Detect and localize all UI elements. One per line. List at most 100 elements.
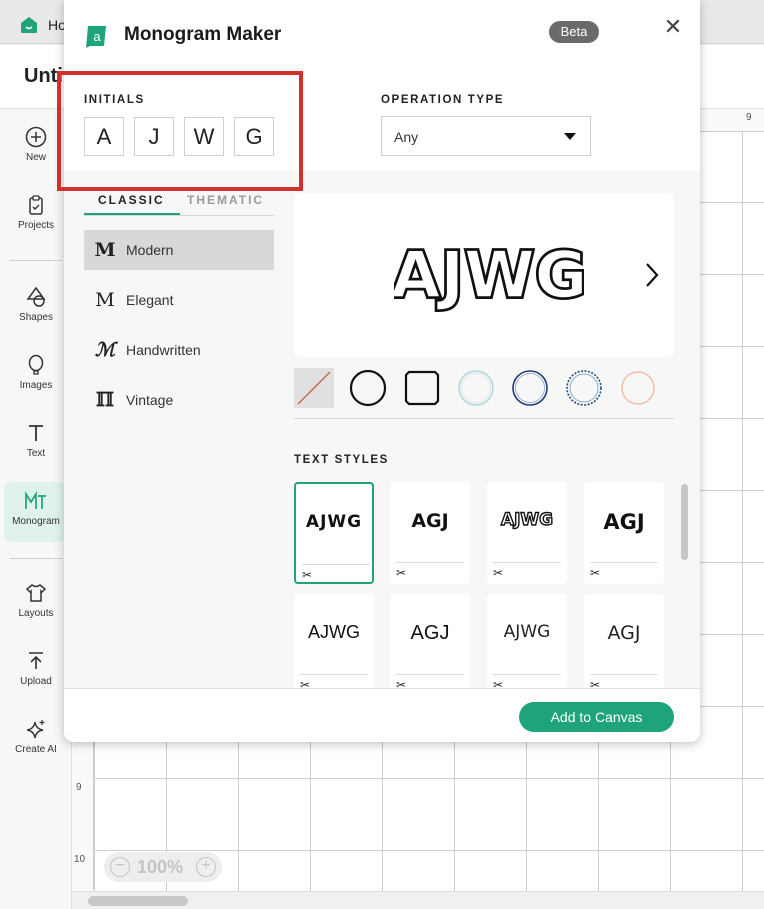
rail-item-layouts[interactable]: Layouts (4, 582, 68, 642)
clipboard-icon (29, 195, 43, 215)
text-style-card[interactable]: AGJ ✂ (584, 594, 664, 688)
scissors-icon: ✂ (493, 566, 504, 580)
frame-square-option[interactable] (402, 368, 442, 408)
frame-dotted-circle-option[interactable] (564, 368, 604, 408)
text-style-sample: AJWG (503, 622, 551, 642)
tshirt-icon (25, 584, 47, 602)
text-style-sample: AGJ (607, 622, 641, 644)
text-style-sample: AGJ (410, 622, 450, 644)
rail-label: New (25, 152, 46, 163)
tab-classic[interactable]: CLASSIC (98, 193, 165, 207)
annotation-highlight-box (57, 71, 303, 191)
card-divider (590, 562, 658, 563)
zoom-out-button[interactable]: − (110, 857, 130, 877)
rail-item-upload[interactable]: Upload (4, 650, 68, 710)
active-tab-indicator (84, 213, 180, 215)
style-label: Vintage (126, 392, 174, 408)
elegant-style-icon: M (95, 289, 115, 311)
sparkle-icon (26, 720, 45, 739)
style-label: Modern (126, 242, 174, 258)
scissors-icon: ✂ (590, 678, 601, 688)
caret-down-icon (564, 133, 576, 140)
style-item-modern[interactable]: M Modern (84, 230, 274, 270)
text-style-sample: AJWG (308, 622, 360, 642)
text-styles-scrollbar[interactable] (681, 484, 688, 560)
operation-type-select[interactable]: Any (381, 116, 591, 156)
ruler-number: 9 (746, 112, 752, 123)
chevron-right-icon[interactable] (644, 261, 660, 289)
text-style-card[interactable]: AJWG ✂ (487, 594, 567, 688)
text-styles-grid: AJWG ✂ AGJ ✂ AJWG ✂ AGJ ✂ AJWG ✂ AGJ ✂ A… (294, 482, 674, 688)
text-style-card[interactable]: AGJ ✂ (390, 594, 470, 688)
scissors-icon: ✂ (302, 568, 313, 582)
rail-item-projects[interactable]: Projects (4, 194, 68, 254)
zoom-in-button[interactable]: + (196, 857, 216, 877)
rail-item-create-ai[interactable]: Create AI (4, 718, 68, 778)
rail-item-images[interactable]: Images (4, 354, 68, 414)
rail-label: Projects (17, 220, 55, 231)
frame-circle-option[interactable] (348, 368, 388, 408)
rail-divider (10, 558, 62, 559)
rail-label: Create AI (15, 744, 57, 755)
scissors-icon: ✂ (590, 566, 601, 580)
horizontal-scrollbar[interactable] (72, 891, 764, 909)
rail-item-shapes[interactable]: Shapes (4, 286, 68, 346)
rail-label: Images (19, 380, 53, 391)
zoom-level: 100% (137, 857, 184, 877)
rail-divider (10, 260, 62, 261)
text-style-card[interactable]: AGJ ✂ (584, 482, 664, 584)
preview-text-outline: AJWG (394, 239, 584, 313)
text-style-card[interactable]: AJWG ✂ (294, 482, 374, 584)
style-item-handwritten[interactable]: ℳ Handwritten (84, 330, 274, 370)
vintage-style-icon: ℿ (96, 389, 114, 411)
monogram-icon (25, 491, 46, 509)
text-style-card[interactable]: AJWG ✂ (294, 594, 374, 688)
close-icon[interactable]: ✕ (662, 16, 684, 38)
text-style-sample: AGJ (603, 510, 645, 534)
preview-graphic: AJWG AJWG (394, 237, 584, 313)
card-divider (300, 674, 368, 675)
rail-item-text[interactable]: Text (4, 422, 68, 482)
rail-item-monogram[interactable]: Monogram (4, 482, 68, 542)
operation-type-value: Any (394, 129, 419, 145)
tab-thematic[interactable]: THEMATIC (187, 193, 264, 207)
scissors-icon: ✂ (300, 678, 311, 688)
rail-label: Text (26, 448, 46, 459)
scissors-icon: ✂ (396, 566, 407, 580)
modern-style-icon: M (94, 239, 116, 261)
monogram-preview: AJWG AJWG (294, 193, 674, 357)
frame-peach-circle-option[interactable] (618, 368, 658, 408)
home-icon[interactable] (20, 16, 38, 34)
frame-none-option[interactable] (294, 368, 334, 408)
frame-navy-circle-option[interactable] (510, 368, 550, 408)
beta-badge: Beta (549, 21, 599, 43)
add-to-canvas-button[interactable]: Add to Canvas (519, 702, 674, 732)
handwritten-style-icon: ℳ (94, 339, 116, 361)
scrollbar-thumb[interactable] (88, 896, 188, 906)
text-style-sample: AGJ (411, 510, 449, 532)
dialog-header: a Monogram Maker Beta ✕ (64, 0, 700, 70)
rail-label: Upload (20, 676, 52, 687)
scissors-icon: ✂ (396, 678, 407, 688)
left-tool-rail: New Projects Shapes Images Text Monogram… (0, 110, 72, 909)
app-logo-icon: a (86, 26, 106, 48)
text-style-sample: AJWG (305, 512, 363, 532)
scissors-icon: ✂ (493, 678, 504, 688)
style-item-vintage[interactable]: ℿ Vintage (84, 380, 274, 420)
card-divider (396, 674, 464, 675)
frame-light-circle-option[interactable] (456, 368, 496, 408)
card-divider (302, 564, 370, 565)
rail-label: Shapes (19, 312, 53, 323)
shapes-icon (26, 286, 46, 307)
balloon-icon (28, 354, 44, 375)
text-icon (29, 425, 43, 441)
svg-text:a: a (93, 29, 101, 44)
text-style-card[interactable]: AGJ ✂ (390, 482, 470, 584)
style-item-elegant[interactable]: M Elegant (84, 280, 274, 320)
card-divider (396, 562, 464, 563)
dialog-footer: Add to Canvas (64, 688, 700, 742)
text-style-card[interactable]: AJWG ✂ (487, 482, 567, 584)
zoom-control: − 100% + (104, 852, 222, 882)
card-divider (493, 562, 561, 563)
dialog-title: Monogram Maker (124, 24, 282, 45)
